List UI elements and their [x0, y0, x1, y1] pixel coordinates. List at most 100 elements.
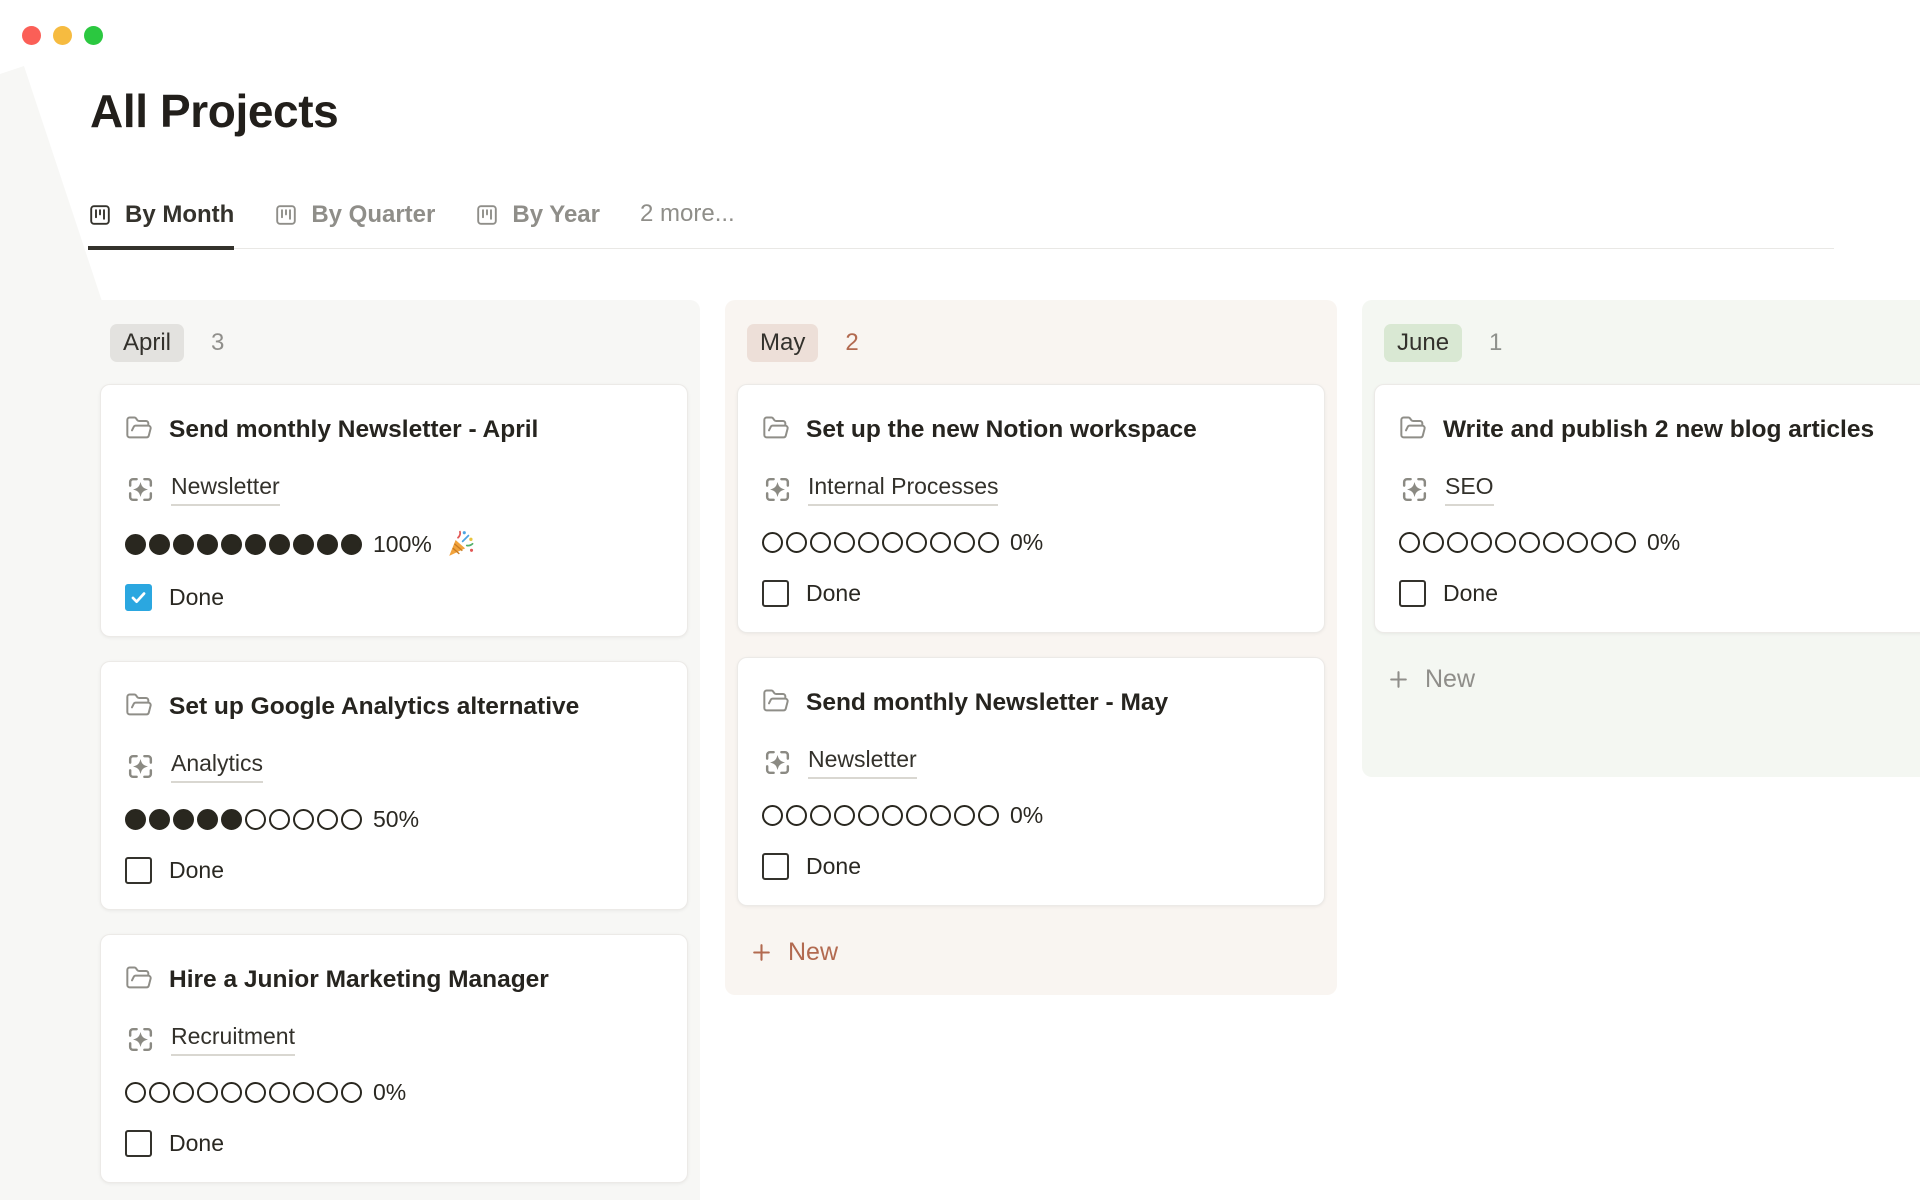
window-minimize-button[interactable]	[53, 26, 72, 45]
progress-dots	[762, 805, 999, 826]
plus-icon	[749, 940, 774, 965]
tab-label: 2 more...	[640, 200, 735, 228]
done-checkbox[interactable]	[125, 1130, 152, 1157]
done-checkbox[interactable]	[762, 853, 789, 880]
progress-percent: 0%	[373, 1079, 406, 1106]
card-title: Set up the new Notion workspace	[762, 406, 1300, 453]
progress-dot-filled	[125, 534, 146, 555]
progress-dot-empty	[1447, 532, 1468, 553]
open-folder-icon	[762, 414, 790, 442]
card-progress-row: 0%	[762, 529, 1300, 556]
column-count: 1	[1489, 329, 1502, 357]
column-june: June 1 Write and publish 2 new blog arti…	[1362, 300, 1920, 777]
progress-dot-empty	[906, 805, 927, 826]
project-card-notion-workspace[interactable]: Set up the new Notion workspace Internal…	[737, 384, 1325, 633]
tag-link[interactable]: Recruitment	[171, 1022, 295, 1056]
card-progress-row: 100%	[125, 529, 663, 560]
window-close-button[interactable]	[22, 26, 41, 45]
project-scope-icon	[1399, 474, 1430, 505]
card-title: Set up Google Analytics alternative	[125, 683, 663, 730]
window-controls	[22, 26, 103, 45]
done-checkbox[interactable]	[125, 857, 152, 884]
progress-dot-empty	[930, 805, 951, 826]
progress-dots	[125, 809, 362, 830]
open-folder-icon	[125, 964, 153, 992]
progress-dot-filled	[221, 809, 242, 830]
progress-dot-filled	[197, 809, 218, 830]
tab-more-views[interactable]: 2 more...	[640, 200, 735, 250]
progress-percent: 0%	[1647, 529, 1680, 556]
window-zoom-button[interactable]	[84, 26, 103, 45]
project-card-blog-articles[interactable]: Write and publish 2 new blog articles SE…	[1374, 384, 1920, 633]
plus-icon	[1386, 667, 1411, 692]
notion-window: All Projects By Month By Quarter By Year…	[0, 0, 1920, 1200]
progress-dot-empty	[149, 1082, 170, 1103]
progress-dot-empty	[293, 1082, 314, 1103]
progress-dot-empty	[906, 532, 927, 553]
add-new-card-button[interactable]: New	[1374, 657, 1920, 702]
project-card-recruitment[interactable]: Hire a Junior Marketing Manager Recruitm…	[100, 934, 688, 1183]
project-scope-icon	[762, 747, 793, 778]
progress-dot-empty	[810, 532, 831, 553]
progress-dot-empty	[762, 532, 783, 553]
progress-dot-filled	[149, 809, 170, 830]
card-title: Send monthly Newsletter - May	[762, 679, 1300, 726]
page-title: All Projects	[90, 84, 338, 138]
card-project-tag: Recruitment	[125, 1022, 663, 1056]
column-header-april[interactable]: April 3	[100, 324, 688, 362]
progress-dot-empty	[197, 1082, 218, 1103]
column-header-june[interactable]: June 1	[1374, 324, 1920, 362]
progress-dot-empty	[245, 809, 266, 830]
add-new-card-button[interactable]: New	[737, 930, 1325, 975]
card-done-row: Done	[1399, 580, 1920, 607]
card-project-tag: Internal Processes	[762, 472, 1300, 506]
progress-dot-empty	[978, 532, 999, 553]
progress-dot-empty	[293, 809, 314, 830]
progress-percent: 100%	[373, 531, 432, 558]
progress-dot-empty	[317, 1082, 338, 1103]
progress-dot-empty	[786, 532, 807, 553]
open-folder-icon	[125, 691, 153, 719]
column-header-may[interactable]: May 2	[737, 324, 1325, 362]
tab-by-quarter[interactable]: By Quarter	[274, 200, 435, 250]
tag-link[interactable]: Internal Processes	[808, 472, 998, 506]
card-done-row: Done	[125, 584, 663, 611]
project-card-analytics[interactable]: Set up Google Analytics alternative Anal…	[100, 661, 688, 910]
card-title: Write and publish 2 new blog articles	[1399, 406, 1920, 453]
tab-label: By Year	[512, 201, 600, 229]
progress-dot-empty	[341, 1082, 362, 1103]
tab-by-year[interactable]: By Year	[475, 200, 600, 250]
progress-dot-empty	[1399, 532, 1420, 553]
kanban-board-icon	[274, 203, 298, 227]
tag-link[interactable]: Newsletter	[171, 472, 280, 506]
progress-dot-empty	[978, 805, 999, 826]
open-folder-icon	[125, 414, 153, 442]
progress-dot-filled	[125, 809, 146, 830]
card-progress-row: 0%	[1399, 529, 1920, 556]
progress-dot-filled	[173, 534, 194, 555]
progress-dot-empty	[1471, 532, 1492, 553]
tag-link[interactable]: Analytics	[171, 749, 263, 783]
project-scope-icon	[125, 751, 156, 782]
project-card-newsletter-april[interactable]: Send monthly Newsletter - April Newslett…	[100, 384, 688, 637]
progress-dot-empty	[1423, 532, 1444, 553]
done-checkbox[interactable]	[125, 584, 152, 611]
done-checkbox[interactable]	[1399, 580, 1426, 607]
progress-dot-filled	[269, 534, 290, 555]
tab-by-month[interactable]: By Month	[88, 200, 234, 250]
card-project-tag: Newsletter	[762, 745, 1300, 779]
kanban-board-icon	[88, 203, 112, 227]
project-card-newsletter-may[interactable]: Send monthly Newsletter - May Newsletter…	[737, 657, 1325, 906]
tag-link[interactable]: Newsletter	[808, 745, 917, 779]
progress-dot-empty	[1567, 532, 1588, 553]
card-title: Send monthly Newsletter - April	[125, 406, 663, 453]
progress-dot-filled	[173, 809, 194, 830]
card-project-tag: Newsletter	[125, 472, 663, 506]
tag-link[interactable]: SEO	[1445, 472, 1494, 506]
progress-dot-empty	[173, 1082, 194, 1103]
column-may: May 2 Set up the new Notion workspace In…	[725, 300, 1337, 995]
progress-dot-filled	[149, 534, 170, 555]
card-progress-row: 0%	[762, 802, 1300, 829]
done-checkbox[interactable]	[762, 580, 789, 607]
progress-dot-empty	[954, 532, 975, 553]
